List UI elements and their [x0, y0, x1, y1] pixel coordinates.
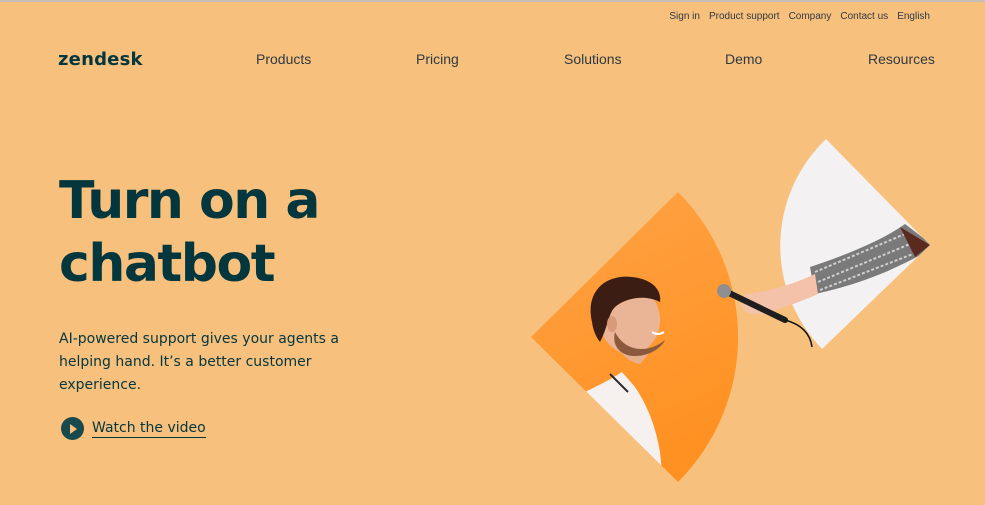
microphone-photo-panel	[717, 139, 930, 349]
man-photo-panel	[531, 192, 739, 482]
hero-illustration	[531, 139, 930, 482]
